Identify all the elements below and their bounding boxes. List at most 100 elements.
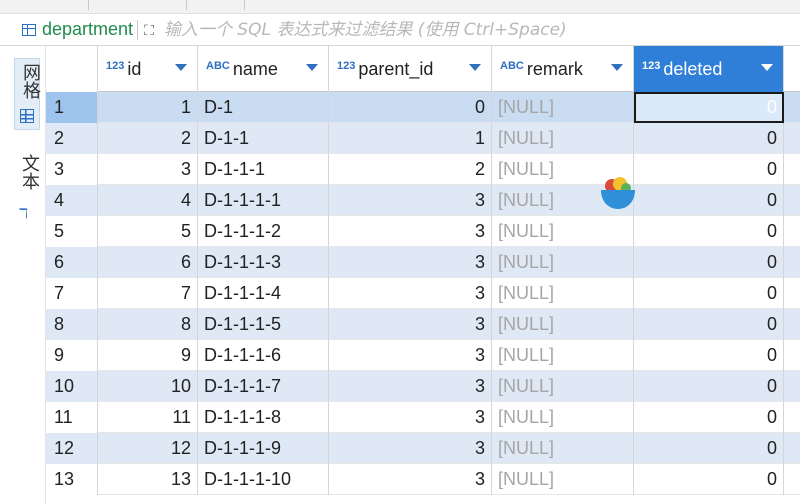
cell-id[interactable]: 9 [98,340,198,371]
cell-parent-id[interactable]: 3 [329,402,492,433]
filter-input[interactable] [163,19,724,40]
table-row[interactable]: 8 8 D-1-1-1-5 3 [NULL] 0 [46,309,800,340]
table-row[interactable]: 2 2 D-1-1 1 [NULL] 0 [46,123,800,154]
cell-name[interactable]: D-1-1-1 [198,154,329,185]
cell-deleted[interactable]: 0 [634,92,784,123]
table-row[interactable]: 13 13 D-1-1-1-10 3 [NULL] 0 [46,464,800,495]
table-row[interactable]: 1 1 D-1 0 [NULL] 0 [46,92,800,123]
table-name[interactable]: department [42,19,133,40]
table-row[interactable]: 3 3 D-1-1-1 2 [NULL] 0 [46,154,800,185]
cell-deleted[interactable]: 0 [634,402,784,433]
row-number[interactable]: 9 [46,340,98,371]
row-number[interactable]: 10 [46,371,98,402]
tab-grid[interactable]: 网格 [14,58,41,130]
cell-remark[interactable]: [NULL] [492,464,634,495]
cell-parent-id[interactable]: 2 [329,154,492,185]
row-number[interactable]: 8 [46,309,98,340]
cell-name[interactable]: D-1-1-1-8 [198,402,329,433]
cell-remark[interactable]: [NULL] [492,340,634,371]
table-row[interactable]: 11 11 D-1-1-1-8 3 [NULL] 0 [46,402,800,433]
cell-deleted[interactable]: 0 [634,464,784,495]
cell-remark[interactable]: [NULL] [492,371,634,402]
table-row[interactable]: 12 12 D-1-1-1-9 3 [NULL] 0 [46,433,800,464]
table-row[interactable]: 9 9 D-1-1-1-6 3 [NULL] 0 [46,340,800,371]
row-number[interactable]: 12 [46,433,98,464]
row-number[interactable]: 2 [46,123,98,154]
cell-parent-id[interactable]: 3 [329,185,492,216]
cell-deleted[interactable]: 0 [634,247,784,278]
cell-deleted[interactable]: 0 [634,185,784,216]
cell-name[interactable]: D-1-1-1-10 [198,464,329,495]
cell-remark[interactable]: [NULL] [492,402,634,433]
cell-id[interactable]: 10 [98,371,198,402]
cell-remark[interactable]: [NULL] [492,123,634,154]
cell-parent-id[interactable]: 3 [329,216,492,247]
column-header-name[interactable]: ABC name [198,46,329,92]
cell-name[interactable]: D-1-1 [198,123,329,154]
cell-parent-id[interactable]: 3 [329,464,492,495]
column-header-deleted[interactable]: 123 deleted [634,46,784,92]
column-header-remark[interactable]: ABC remark [492,46,634,92]
sort-arrow-icon[interactable] [761,64,773,71]
row-number[interactable]: 6 [46,247,98,278]
table-row[interactable]: 5 5 D-1-1-1-2 3 [NULL] 0 [46,216,800,247]
cell-parent-id[interactable]: 3 [329,247,492,278]
table-row[interactable]: 4 4 D-1-1-1-1 3 [NULL] 0 [46,185,800,216]
cell-deleted[interactable]: 0 [634,278,784,309]
row-number[interactable]: 1 [46,92,98,123]
cell-parent-id[interactable]: 3 [329,278,492,309]
table-row[interactable]: 10 10 D-1-1-1-7 3 [NULL] 0 [46,371,800,402]
tab-text[interactable]: 文本 ℸ [14,150,40,226]
cell-parent-id[interactable]: 3 [329,340,492,371]
cell-remark[interactable]: [NULL] [492,309,634,340]
cell-deleted[interactable]: 0 [634,154,784,185]
sort-arrow-icon[interactable] [469,64,481,71]
sort-arrow-icon[interactable] [175,64,187,71]
cell-deleted[interactable]: 0 [634,340,784,371]
cell-id[interactable]: 3 [98,154,198,185]
cell-parent-id[interactable]: 1 [329,123,492,154]
cell-id[interactable]: 11 [98,402,198,433]
row-number[interactable]: 4 [46,185,98,216]
column-header-id[interactable]: 123 id [98,46,198,92]
cell-deleted[interactable]: 0 [634,433,784,464]
cell-name[interactable]: D-1-1-1-3 [198,247,329,278]
cell-remark[interactable]: [NULL] [492,216,634,247]
sort-arrow-icon[interactable] [611,64,623,71]
table-row[interactable]: 6 6 D-1-1-1-3 3 [NULL] 0 [46,247,800,278]
cell-parent-id[interactable]: 0 [329,92,492,123]
cell-deleted[interactable]: 0 [634,123,784,154]
cell-id[interactable]: 1 [98,92,198,123]
cell-id[interactable]: 12 [98,433,198,464]
cell-parent-id[interactable]: 3 [329,371,492,402]
cell-remark[interactable]: [NULL] [492,278,634,309]
cell-id[interactable]: 2 [98,123,198,154]
cell-remark[interactable]: [NULL] [492,433,634,464]
cell-name[interactable]: D-1-1-1-1 [198,185,329,216]
cell-remark[interactable]: [NULL] [492,247,634,278]
cell-id[interactable]: 4 [98,185,198,216]
cell-name[interactable]: D-1 [198,92,329,123]
cell-name[interactable]: D-1-1-1-2 [198,216,329,247]
cell-name[interactable]: D-1-1-1-6 [198,340,329,371]
cell-id[interactable]: 8 [98,309,198,340]
cell-name[interactable]: D-1-1-1-4 [198,278,329,309]
cell-name[interactable]: D-1-1-1-9 [198,433,329,464]
row-number[interactable]: 5 [46,216,98,247]
cell-deleted[interactable]: 0 [634,371,784,402]
cell-id[interactable]: 6 [98,247,198,278]
cell-remark[interactable]: [NULL] [492,92,634,123]
sort-arrow-icon[interactable] [306,64,318,71]
cell-deleted[interactable]: 0 [634,309,784,340]
cell-name[interactable]: D-1-1-1-5 [198,309,329,340]
row-number[interactable]: 13 [46,464,98,495]
cell-deleted[interactable]: 0 [634,216,784,247]
row-number[interactable]: 11 [46,402,98,433]
table-row[interactable]: 7 7 D-1-1-1-4 3 [NULL] 0 [46,278,800,309]
row-number[interactable]: 7 [46,278,98,309]
row-number[interactable]: 3 [46,154,98,185]
expand-icon[interactable]: ⛶ [144,23,154,37]
cell-name[interactable]: D-1-1-1-7 [198,371,329,402]
cell-id[interactable]: 5 [98,216,198,247]
cell-parent-id[interactable]: 3 [329,309,492,340]
